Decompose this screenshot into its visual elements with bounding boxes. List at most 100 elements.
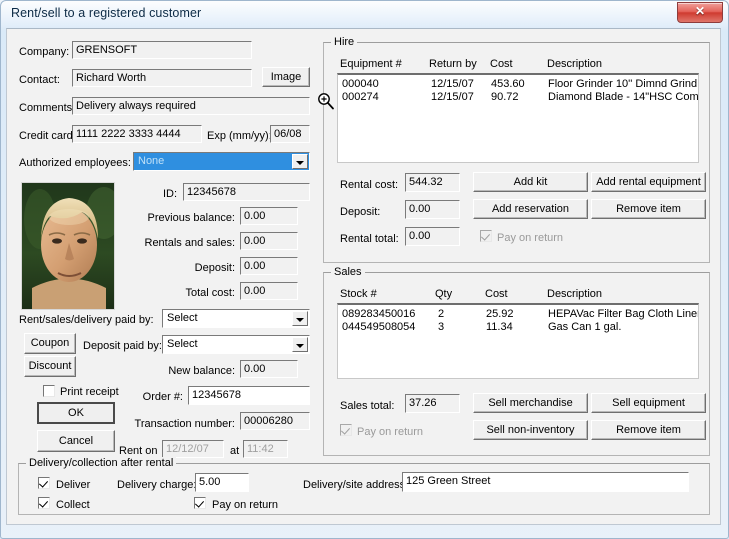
contact-label: Contact: xyxy=(19,74,60,86)
rent-sales-paid-by-label: Rent/sales/delivery paid by: xyxy=(19,314,154,326)
delivery-pay-on-return-label: Pay on return xyxy=(212,499,279,511)
cancel-button[interactable]: Cancel xyxy=(37,430,115,452)
hire-row-cost: 453.60 xyxy=(491,78,525,90)
sales-row-cost: 11.34 xyxy=(486,321,513,333)
sales-pay-on-return-label: Pay on return xyxy=(357,426,424,438)
rental-cost-value: 544.32 xyxy=(405,173,460,192)
hire-deposit-label: Deposit: xyxy=(340,206,381,218)
transaction-number-value: 00006280 xyxy=(240,412,310,430)
hire-row-description: Diamond Blade - 14"HSC Combo xyxy=(548,91,699,103)
hire-list[interactable]: 000040 12/15/07 453.60 Floor Grinder 10'… xyxy=(337,73,699,163)
close-icon: ✕ xyxy=(694,4,706,18)
deposit-paid-by-label: Deposit paid by: xyxy=(83,340,162,352)
hire-pay-on-return-label: Pay on return xyxy=(497,232,564,244)
add-kit-button[interactable]: Add kit xyxy=(473,172,588,192)
delivery-address-label: Delivery/site address: xyxy=(303,479,409,491)
delivery-group-title: Delivery/collection after rental xyxy=(26,457,177,469)
rent-sales-paid-by-select[interactable]: Select xyxy=(162,309,310,328)
company-label: Company: xyxy=(19,46,70,58)
dialog-window: Rent/sell to a registered customer ✕ Com… xyxy=(0,0,729,539)
rent-on-at-label: at xyxy=(230,445,240,457)
delivery-pay-on-return-checkbox[interactable] xyxy=(194,497,206,509)
total-cost-label: Total cost: xyxy=(185,287,235,299)
sales-row-stock: 044549508054 xyxy=(342,321,416,333)
table-row[interactable]: 000274 12/15/07 90.72 Diamond Blade - 14… xyxy=(338,91,698,104)
id-input[interactable]: 12345678 xyxy=(183,183,310,201)
credit-card-label: Credit card: xyxy=(19,130,76,142)
rental-total-value: 0.00 xyxy=(405,227,460,246)
order-input[interactable]: 12345678 xyxy=(188,386,310,405)
sales-row-description: Gas Can 1 gal. xyxy=(548,321,622,333)
add-reservation-button[interactable]: Add reservation xyxy=(473,199,588,219)
add-rental-equipment-button[interactable]: Add rental equipment xyxy=(591,172,706,192)
sales-col-cost: Cost xyxy=(485,288,508,300)
credit-card-input[interactable]: 1111 2222 3333 4444 xyxy=(72,125,202,143)
sales-group-title: Sales xyxy=(331,266,365,278)
hire-row-cost: 90.72 xyxy=(491,91,519,103)
hire-col-equipment: Equipment # xyxy=(340,58,402,70)
sales-row-description: HEPAVac Filter Bag Cloth Liner xyxy=(548,308,699,320)
rent-sales-paid-by-value: Select xyxy=(167,312,198,324)
chevron-down-icon[interactable] xyxy=(292,337,308,352)
rent-on-date-input[interactable]: 12/12/07 xyxy=(162,440,224,458)
sales-pay-on-return-checkbox xyxy=(340,424,352,436)
ok-button[interactable]: OK xyxy=(37,402,115,424)
exp-label: Exp (mm/yy): xyxy=(207,130,272,142)
hire-row-return-by: 12/15/07 xyxy=(431,78,474,90)
image-button[interactable]: Image xyxy=(262,67,310,87)
discount-button[interactable]: Discount xyxy=(24,356,76,377)
sales-remove-item-button[interactable]: Remove item xyxy=(591,420,706,440)
deliver-checkbox[interactable] xyxy=(38,477,50,489)
sales-total-value: 37.26 xyxy=(405,394,460,413)
rentals-and-sales-value: 0.00 xyxy=(240,232,298,250)
portrait-image xyxy=(22,183,114,309)
delivery-charge-input[interactable]: 5.00 xyxy=(195,473,249,492)
comments-input[interactable]: Delivery always required xyxy=(72,97,310,115)
contact-input[interactable]: Richard Worth xyxy=(72,69,252,87)
hire-col-cost: Cost xyxy=(490,58,513,70)
exp-input[interactable]: 06/08 xyxy=(270,125,310,143)
sales-total-label: Sales total: xyxy=(340,400,395,412)
comments-label: Comments: xyxy=(19,102,76,114)
order-label: Order #: xyxy=(142,391,183,403)
delivery-address-input[interactable]: 125 Green Street xyxy=(402,472,689,492)
table-row[interactable]: 000040 12/15/07 453.60 Floor Grinder 10'… xyxy=(338,78,698,91)
new-balance-value: 0.00 xyxy=(240,360,298,378)
rent-on-time-input[interactable]: 11:42 xyxy=(243,440,288,458)
sell-merchandise-button[interactable]: Sell merchandise xyxy=(473,393,588,413)
chevron-down-icon[interactable] xyxy=(292,154,308,169)
company-input[interactable]: GRENSOFT xyxy=(72,41,252,59)
sales-row-stock: 089283450016 xyxy=(342,308,416,320)
hire-row-equipment: 000274 xyxy=(342,91,379,103)
deposit-paid-by-select[interactable]: Select xyxy=(162,335,310,354)
hire-deposit-value: 0.00 xyxy=(405,200,460,219)
table-row[interactable]: 044549508054 3 11.34 Gas Can 1 gal. xyxy=(338,321,698,334)
window-title: Rent/sell to a registered customer xyxy=(11,6,202,20)
sell-non-inventory-button[interactable]: Sell non-inventory xyxy=(473,420,588,440)
coupon-button[interactable]: Coupon xyxy=(24,333,76,354)
sales-list[interactable]: 089283450016 2 25.92 HEPAVac Filter Bag … xyxy=(337,303,699,379)
hire-remove-item-button[interactable]: Remove item xyxy=(591,199,706,219)
table-row[interactable]: 089283450016 2 25.92 HEPAVac Filter Bag … xyxy=(338,308,698,321)
deposit-paid-by-value: Select xyxy=(167,338,198,350)
sell-equipment-button[interactable]: Sell equipment xyxy=(591,393,706,413)
dialog-client-area: Company: GRENSOFT Contact: Richard Worth… xyxy=(6,28,721,525)
rental-total-label: Rental total: xyxy=(340,233,399,245)
hire-col-description: Description xyxy=(547,58,603,70)
sales-row-qty: 2 xyxy=(438,308,445,320)
print-receipt-checkbox[interactable] xyxy=(43,385,55,397)
sales-col-qty: Qty xyxy=(435,288,453,300)
customer-photo xyxy=(21,182,115,310)
previous-balance-value: 0.00 xyxy=(240,207,298,225)
close-button[interactable]: ✕ xyxy=(677,2,723,23)
hire-group-title: Hire xyxy=(331,36,358,48)
collect-checkbox[interactable] xyxy=(38,497,50,509)
id-label: ID: xyxy=(162,188,177,200)
delivery-charge-label: Delivery charge: xyxy=(117,479,197,491)
hire-col-return-by: Return by xyxy=(429,58,477,70)
chevron-down-icon[interactable] xyxy=(292,311,308,326)
transaction-number-label: Transaction number: xyxy=(134,418,235,430)
print-receipt-label: Print receipt xyxy=(60,386,119,398)
hire-row-return-by: 12/15/07 xyxy=(431,91,474,103)
authorized-employees-select[interactable]: None xyxy=(133,152,310,171)
